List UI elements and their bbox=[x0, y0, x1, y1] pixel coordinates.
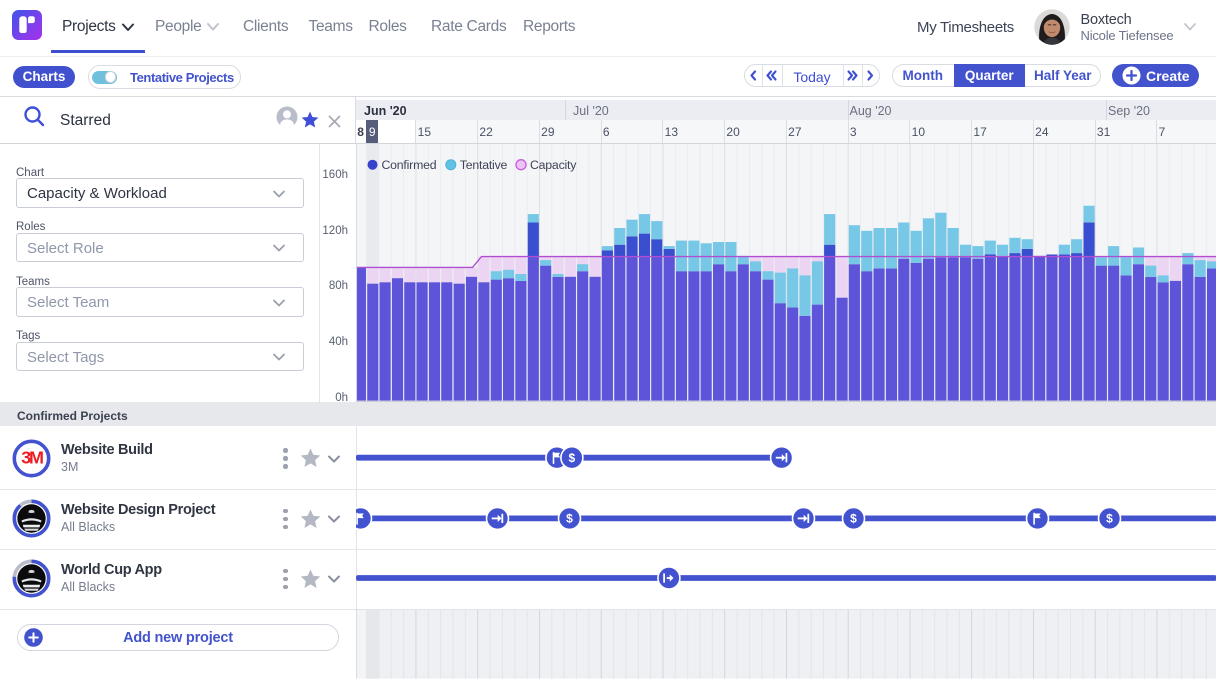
svg-text:Confirmed: Confirmed bbox=[381, 158, 436, 172]
svg-text:$: $ bbox=[566, 512, 573, 526]
svg-text:$: $ bbox=[1106, 512, 1113, 526]
svg-text:Capacity: Capacity bbox=[530, 158, 577, 172]
svg-text:3M: 3M bbox=[21, 448, 43, 467]
svg-text:$: $ bbox=[568, 451, 575, 465]
svg-text:$: $ bbox=[850, 512, 857, 526]
svg-text:Tentative: Tentative bbox=[459, 158, 507, 172]
